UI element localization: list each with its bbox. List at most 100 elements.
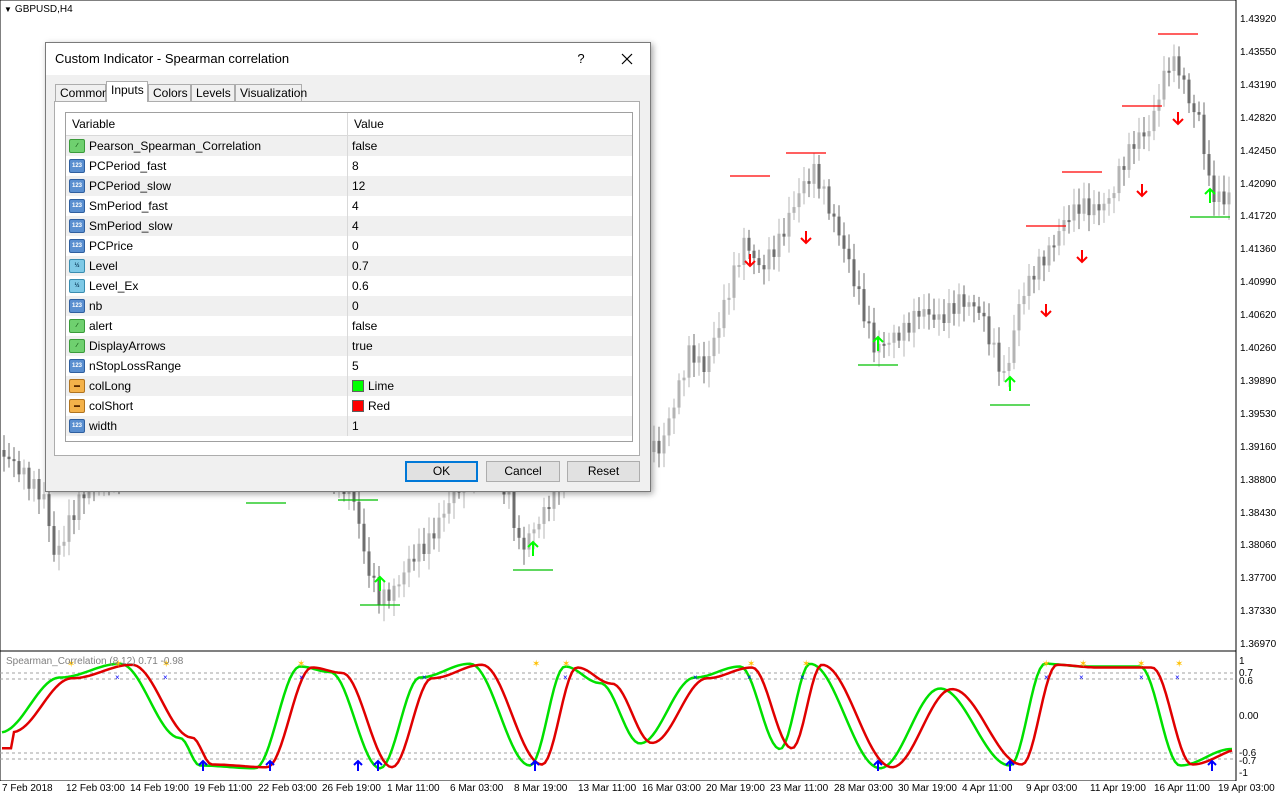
parameter-rows: ∕ Pearson_Spearman_Correlation false 123 PCP…: [66, 136, 632, 436]
param-name-cell: ▬ colShort: [66, 396, 348, 416]
candle-body: [1002, 370, 1006, 373]
price-tick-label: 1.40990: [1240, 277, 1277, 289]
tab-levels[interactable]: Levels: [191, 84, 235, 101]
candle-body: [867, 321, 871, 324]
param-value-cell[interactable]: Lime: [348, 376, 632, 396]
param-value-cell[interactable]: false: [348, 316, 632, 336]
param-name: PCPeriod_slow: [89, 179, 172, 193]
candle-body: [782, 233, 786, 237]
bool-type-icon: ∕: [69, 139, 85, 153]
candle-body: [947, 303, 951, 324]
close-button[interactable]: [614, 47, 640, 71]
cross-up-arrow-icon: [530, 759, 540, 771]
candle-body: [522, 537, 526, 550]
candle-body: [882, 343, 886, 346]
int-type-icon: 123: [69, 179, 85, 193]
table-row[interactable]: 123 SmPeriod_fast 4: [66, 196, 632, 216]
time-tick-label: 8 Mar 19:00: [514, 783, 568, 794]
param-value-cell[interactable]: 0.6: [348, 276, 632, 296]
indicator-tick-label: 1: [1239, 656, 1245, 667]
candle-body: [1032, 275, 1036, 280]
param-name-cell: ∕ Pearson_Spearman_Correlation: [66, 136, 348, 156]
time-tick-label: 22 Feb 03:00: [258, 783, 317, 794]
param-name-cell: ½ Level_Ex: [66, 276, 348, 296]
table-row[interactable]: 123 width 1: [66, 416, 632, 436]
table-row[interactable]: ∕ alert false: [66, 316, 632, 336]
color-type-icon: ▬: [69, 399, 85, 413]
table-row[interactable]: ▬ colLong Lime: [66, 376, 632, 396]
table-row[interactable]: ½ Level 0.7: [66, 256, 632, 276]
param-value-cell[interactable]: 0: [348, 296, 632, 316]
buy-arrow-icon: [1004, 375, 1016, 391]
table-header: Variable Value: [66, 113, 632, 136]
candle-body: [1072, 204, 1076, 221]
param-value-cell[interactable]: true: [348, 336, 632, 356]
candle-body: [852, 259, 856, 287]
candle-body: [1162, 70, 1166, 100]
candle-body: [997, 342, 1001, 372]
param-name: width: [89, 419, 118, 433]
cancel-button[interactable]: Cancel: [486, 461, 560, 482]
table-row[interactable]: ∕ DisplayArrows true: [66, 336, 632, 356]
column-header-value[interactable]: Value: [348, 113, 632, 135]
param-value: 4: [352, 199, 359, 213]
table-row[interactable]: 123 nb 0: [66, 296, 632, 316]
param-value-cell[interactable]: 4: [348, 216, 632, 236]
candle-body: [747, 237, 751, 251]
tab-inputs[interactable]: Inputs: [106, 81, 148, 102]
tab-common[interactable]: Common: [55, 84, 109, 101]
candle-body: [1102, 203, 1106, 211]
param-value-cell[interactable]: 8: [348, 156, 632, 176]
table-row[interactable]: 123 PCPeriod_slow 12: [66, 176, 632, 196]
param-value-cell[interactable]: 5: [348, 356, 632, 376]
candle-body: [932, 314, 936, 320]
param-name-cell: 123 SmPeriod_fast: [66, 196, 348, 216]
indicator-window[interactable]: ✶ ✶ ✶ ✶ ✶ ✶ ✶ ✶ ✶ ✶ ✶ ✶× × × × × × × × × × × ×: [0, 651, 1280, 781]
candle-body: [1017, 304, 1021, 331]
cross-marker-icon: ×: [563, 673, 568, 682]
param-value-cell[interactable]: 4: [348, 196, 632, 216]
tab-colors[interactable]: Colors: [148, 84, 191, 101]
collapse-triangle-icon[interactable]: ▼: [4, 5, 12, 14]
param-value: true: [352, 339, 373, 353]
candle-body: [962, 294, 966, 307]
param-value-cell[interactable]: 0.7: [348, 256, 632, 276]
table-row[interactable]: 123 PCPeriod_fast 8: [66, 156, 632, 176]
candle-body: [42, 494, 46, 500]
price-tick-label: 1.39530: [1240, 408, 1277, 420]
price-tick-label: 1.42450: [1240, 145, 1277, 157]
candle-body: [357, 501, 361, 524]
table-row[interactable]: 123 SmPeriod_slow 4: [66, 216, 632, 236]
table-row[interactable]: ½ Level_Ex 0.6: [66, 276, 632, 296]
candle-body: [677, 380, 681, 408]
param-value-cell[interactable]: 1: [348, 416, 632, 436]
candle-body: [817, 163, 821, 189]
param-value-cell[interactable]: Red: [348, 396, 632, 416]
cross-marker-icon: ×: [1044, 673, 1049, 682]
candle-body: [802, 181, 806, 194]
table-row[interactable]: 123 PCPrice 0: [66, 236, 632, 256]
candle-body: [387, 589, 391, 601]
time-tick-label: 20 Mar 19:00: [706, 783, 765, 794]
ok-button[interactable]: OK: [405, 461, 478, 482]
help-button[interactable]: ?: [571, 49, 591, 69]
table-row[interactable]: 123 nStopLossRange 5: [66, 356, 632, 376]
reset-button[interactable]: Reset: [567, 461, 640, 482]
candle-body: [707, 356, 711, 373]
dialog-titlebar[interactable]: Custom Indicator - Spearman correlation …: [46, 43, 650, 75]
bool-type-icon: ∕: [69, 319, 85, 333]
param-name: nStopLossRange: [89, 359, 182, 373]
column-header-variable[interactable]: Variable: [66, 113, 348, 135]
price-tick-label: 1.43190: [1240, 79, 1277, 91]
table-row[interactable]: ▬ colShort Red: [66, 396, 632, 416]
table-row[interactable]: ∕ Pearson_Spearman_Correlation false: [66, 136, 632, 156]
candle-body: [517, 527, 521, 538]
param-value-cell[interactable]: 12: [348, 176, 632, 196]
candle-body: [422, 543, 426, 554]
param-value-cell[interactable]: false: [348, 136, 632, 156]
tab-visualization[interactable]: Visualization: [235, 84, 307, 101]
param-value-cell[interactable]: 0: [348, 236, 632, 256]
cross-marker-icon: ×: [1079, 673, 1084, 682]
candle-body: [812, 163, 816, 184]
price-tick-label: 1.42820: [1240, 112, 1277, 124]
